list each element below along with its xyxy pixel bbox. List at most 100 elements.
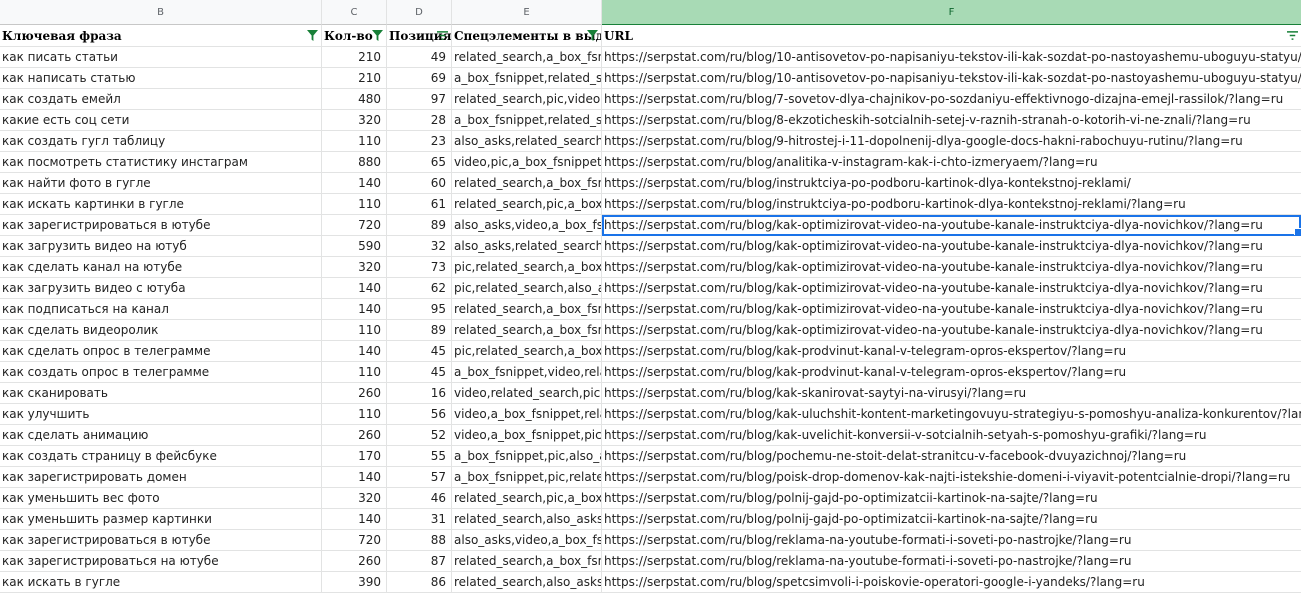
- header-count[interactable]: Кол-во: [322, 25, 387, 47]
- position-cell[interactable]: 28: [387, 110, 452, 131]
- phrase-cell[interactable]: как сделать анимацию: [0, 425, 322, 446]
- special-cell[interactable]: video,a_box_fsnippet,pic: [452, 425, 602, 446]
- url-cell[interactable]: https://serpstat.com/ru/blog/10-antisove…: [602, 68, 1301, 89]
- count-cell[interactable]: 110: [322, 131, 387, 152]
- filter-active-icon[interactable]: [587, 30, 598, 41]
- position-cell[interactable]: 31: [387, 509, 452, 530]
- count-cell[interactable]: 110: [322, 362, 387, 383]
- special-cell[interactable]: video,a_box_fsnippet,related: [452, 404, 602, 425]
- position-cell[interactable]: 46: [387, 488, 452, 509]
- count-cell[interactable]: 110: [322, 320, 387, 341]
- position-cell[interactable]: 45: [387, 341, 452, 362]
- count-cell[interactable]: 260: [322, 383, 387, 404]
- count-cell[interactable]: 720: [322, 530, 387, 551]
- phrase-cell[interactable]: как уменьшить вес фото: [0, 488, 322, 509]
- filter-active-icon[interactable]: [307, 30, 318, 41]
- special-cell[interactable]: related_search,pic,a_box_fsnippet: [452, 488, 602, 509]
- phrase-cell[interactable]: как искать картинки в гугле: [0, 194, 322, 215]
- position-cell[interactable]: 55: [387, 446, 452, 467]
- url-cell[interactable]: https://serpstat.com/ru/blog/kak-prodvin…: [602, 362, 1301, 383]
- count-cell[interactable]: 880: [322, 152, 387, 173]
- position-cell[interactable]: 65: [387, 152, 452, 173]
- url-cell[interactable]: https://serpstat.com/ru/blog/kak-optimiz…: [602, 236, 1301, 257]
- header-phrase[interactable]: Ключевая фраза: [0, 25, 322, 47]
- column-header-f[interactable]: F: [602, 0, 1301, 25]
- url-cell[interactable]: https://serpstat.com/ru/blog/kak-prodvin…: [602, 341, 1301, 362]
- phrase-cell[interactable]: как улучшить: [0, 404, 322, 425]
- position-cell[interactable]: 57: [387, 467, 452, 488]
- phrase-cell[interactable]: как создать емейл: [0, 89, 322, 110]
- count-cell[interactable]: 140: [322, 341, 387, 362]
- url-cell[interactable]: https://serpstat.com/ru/blog/kak-uvelich…: [602, 425, 1301, 446]
- special-cell[interactable]: video,pic,a_box_fsnippet: [452, 152, 602, 173]
- position-cell[interactable]: 49: [387, 47, 452, 68]
- phrase-cell[interactable]: как написать статью: [0, 68, 322, 89]
- special-cell[interactable]: also_asks,video,a_box_fsnippet: [452, 215, 602, 236]
- url-cell[interactable]: https://serpstat.com/ru/blog/instruktciy…: [602, 194, 1301, 215]
- phrase-cell[interactable]: как писать статьи: [0, 47, 322, 68]
- filter-active-icon[interactable]: [372, 30, 383, 41]
- position-cell[interactable]: 61: [387, 194, 452, 215]
- url-cell[interactable]: https://serpstat.com/ru/blog/reklama-na-…: [602, 551, 1301, 572]
- position-cell[interactable]: 86: [387, 572, 452, 593]
- position-cell[interactable]: 95: [387, 299, 452, 320]
- count-cell[interactable]: 140: [322, 299, 387, 320]
- special-cell[interactable]: a_box_fsnippet,related_search: [452, 110, 602, 131]
- phrase-cell[interactable]: как уменьшить размер картинки: [0, 509, 322, 530]
- phrase-cell[interactable]: как зарегистрироваться на ютубе: [0, 551, 322, 572]
- phrase-cell[interactable]: как искать в гугле: [0, 572, 322, 593]
- position-cell[interactable]: 52: [387, 425, 452, 446]
- position-cell[interactable]: 89: [387, 215, 452, 236]
- url-cell[interactable]: https://serpstat.com/ru/blog/analitika-v…: [602, 152, 1301, 173]
- url-cell[interactable]: https://serpstat.com/ru/blog/10-antisove…: [602, 47, 1301, 68]
- phrase-cell[interactable]: как создать гугл таблицу: [0, 131, 322, 152]
- count-cell[interactable]: 480: [322, 89, 387, 110]
- special-cell[interactable]: pic,related_search,a_box: [452, 257, 602, 278]
- special-cell[interactable]: a_box_fsnippet,related_search: [452, 68, 602, 89]
- special-cell[interactable]: related_search,a_box_fsnippet: [452, 320, 602, 341]
- position-cell[interactable]: 32: [387, 236, 452, 257]
- count-cell[interactable]: 210: [322, 68, 387, 89]
- count-cell[interactable]: 110: [322, 194, 387, 215]
- count-cell[interactable]: 140: [322, 509, 387, 530]
- position-cell[interactable]: 60: [387, 173, 452, 194]
- url-cell[interactable]: https://serpstat.com/ru/blog/kak-optimiz…: [602, 320, 1301, 341]
- special-cell[interactable]: related_search,also_asks,: [452, 572, 602, 593]
- url-cell[interactable]: https://serpstat.com/ru/blog/9-hitrostej…: [602, 131, 1301, 152]
- url-cell[interactable]: https://serpstat.com/ru/blog/spetcsimvol…: [602, 572, 1301, 593]
- special-cell[interactable]: related_search,a_box_fsnippet: [452, 551, 602, 572]
- position-cell[interactable]: 69: [387, 68, 452, 89]
- count-cell[interactable]: 320: [322, 488, 387, 509]
- header-url[interactable]: URL: [602, 25, 1301, 47]
- column-header-b[interactable]: B: [0, 0, 322, 25]
- position-cell[interactable]: 23: [387, 131, 452, 152]
- special-cell[interactable]: related_search,a_box_fsnippet: [452, 173, 602, 194]
- special-cell[interactable]: also_asks,related_search,: [452, 131, 602, 152]
- url-cell[interactable]: https://serpstat.com/ru/blog/kak-optimiz…: [602, 257, 1301, 278]
- column-header-d[interactable]: D: [387, 0, 452, 25]
- count-cell[interactable]: 140: [322, 467, 387, 488]
- phrase-cell[interactable]: как сделать канал на ютубе: [0, 257, 322, 278]
- url-cell[interactable]: https://serpstat.com/ru/blog/polnij-gajd…: [602, 509, 1301, 530]
- count-cell[interactable]: 210: [322, 47, 387, 68]
- header-position[interactable]: Позиция: [387, 25, 452, 47]
- count-cell[interactable]: 170: [322, 446, 387, 467]
- phrase-cell[interactable]: как подписаться на канал: [0, 299, 322, 320]
- url-cell[interactable]: https://serpstat.com/ru/blog/polnij-gajd…: [602, 488, 1301, 509]
- special-cell[interactable]: a_box_fsnippet,video,related: [452, 362, 602, 383]
- count-cell[interactable]: 260: [322, 425, 387, 446]
- phrase-cell[interactable]: какие есть соц сети: [0, 110, 322, 131]
- count-cell[interactable]: 320: [322, 110, 387, 131]
- position-cell[interactable]: 89: [387, 320, 452, 341]
- selected-url-cell[interactable]: https://serpstat.com/ru/blog/kak-optimiz…: [602, 215, 1301, 236]
- url-cell[interactable]: https://serpstat.com/ru/blog/kak-optimiz…: [602, 299, 1301, 320]
- special-cell[interactable]: related_search,a_box_fsnippet: [452, 299, 602, 320]
- url-cell[interactable]: https://serpstat.com/ru/blog/reklama-na-…: [602, 530, 1301, 551]
- url-cell[interactable]: https://serpstat.com/ru/blog/kak-skaniro…: [602, 383, 1301, 404]
- count-cell[interactable]: 140: [322, 278, 387, 299]
- phrase-cell[interactable]: как зарегистрироваться в ютубе: [0, 530, 322, 551]
- count-cell[interactable]: 390: [322, 572, 387, 593]
- url-cell[interactable]: https://serpstat.com/ru/blog/8-ekzotiche…: [602, 110, 1301, 131]
- position-cell[interactable]: 73: [387, 257, 452, 278]
- count-cell[interactable]: 110: [322, 404, 387, 425]
